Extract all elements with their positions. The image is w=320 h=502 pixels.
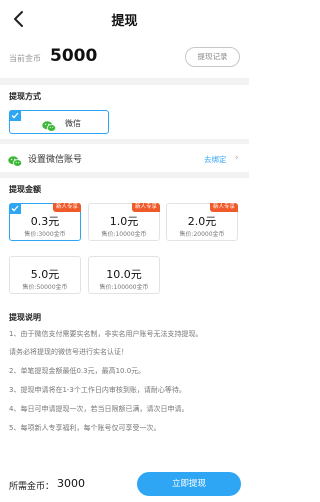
balance-label: 当前金币: [9, 54, 41, 63]
instruction-line: 1、由于微信支付需要实名制，非实名用户账号无法支持提现。: [9, 330, 203, 338]
divider: [0, 172, 249, 178]
amount-price: 售价:3000金币: [24, 231, 66, 238]
page-title: 提现: [111, 14, 138, 29]
balance-row: 当前金币 5000 提现记录: [0, 38, 249, 78]
wechat-icon: [42, 117, 57, 132]
amount-option[interactable]: 新人专享 1.0元 售价:10000金币: [88, 203, 160, 241]
instruction-line: 5、每项新人专享福利，每个账号仅可享受一次。: [9, 424, 161, 432]
method-section-title: 提现方式: [9, 92, 41, 101]
amount-value: 10.0元: [106, 268, 142, 281]
new-user-badge: 新人专享: [52, 203, 81, 212]
wechat-account-row[interactable]: 设置微信账号 去绑定 ›: [0, 144, 249, 170]
chevron-right-icon: ›: [235, 153, 239, 163]
amount-option[interactable]: 新人专享 2.0元 售价:20000金币: [166, 203, 238, 241]
bind-link[interactable]: 去绑定: [204, 154, 227, 165]
amount-value: 0.3元: [30, 215, 60, 228]
amount-section-title: 提现金额: [9, 185, 41, 194]
amount-value: 2.0元: [187, 215, 217, 228]
amount-value: 5.0元: [30, 268, 60, 281]
instruction-line: 2、单笔提现金额最低0.3元，最高10.0元。: [9, 367, 146, 375]
amount-option[interactable]: 新人专享 0.3元 售价:3000金币: [9, 203, 81, 241]
instruction-line: 4、每日可申请提现一次，若当日限额已满，请次日申请。: [9, 405, 189, 413]
withdraw-record-button[interactable]: 提现记录: [185, 47, 240, 67]
instruction-line: 请务必将提现的微信号进行实名认证！: [9, 348, 128, 356]
method-option-wechat[interactable]: 微信: [9, 110, 109, 134]
amount-price: 售价:10000金币: [101, 231, 147, 238]
divider: [0, 78, 249, 85]
instructions-section-title: 提现说明: [9, 313, 41, 322]
amount-price: 售价:50000金币: [22, 284, 68, 291]
required-coins-value: 3000: [57, 477, 85, 490]
method-option-label: 微信: [65, 119, 81, 128]
required-coins-label: 所需金币：: [9, 482, 55, 492]
amount-option[interactable]: 5.0元 售价:50000金币: [9, 256, 81, 294]
balance-value: 5000: [50, 46, 98, 66]
new-user-badge: 新人专享: [131, 203, 160, 212]
check-icon: [9, 110, 21, 121]
bottom-bar: 所需金币： 3000 立即提现: [0, 470, 249, 502]
top-bar: 提现: [0, 0, 249, 38]
amount-price: 售价:20000金币: [179, 231, 225, 238]
wechat-account-label: 设置微信账号: [28, 155, 83, 165]
new-user-badge: 新人专享: [209, 203, 238, 212]
amount-value: 1.0元: [109, 215, 139, 228]
amount-price: 售价:100000金币: [99, 284, 149, 291]
instruction-line: 3、提现申请将在1-3个工作日内审核到账，请耐心等待。: [9, 386, 186, 394]
wechat-icon: [8, 152, 23, 167]
withdraw-now-button[interactable]: 立即提现: [137, 472, 241, 496]
amount-option[interactable]: 10.0元 售价:100000金币: [88, 256, 160, 294]
